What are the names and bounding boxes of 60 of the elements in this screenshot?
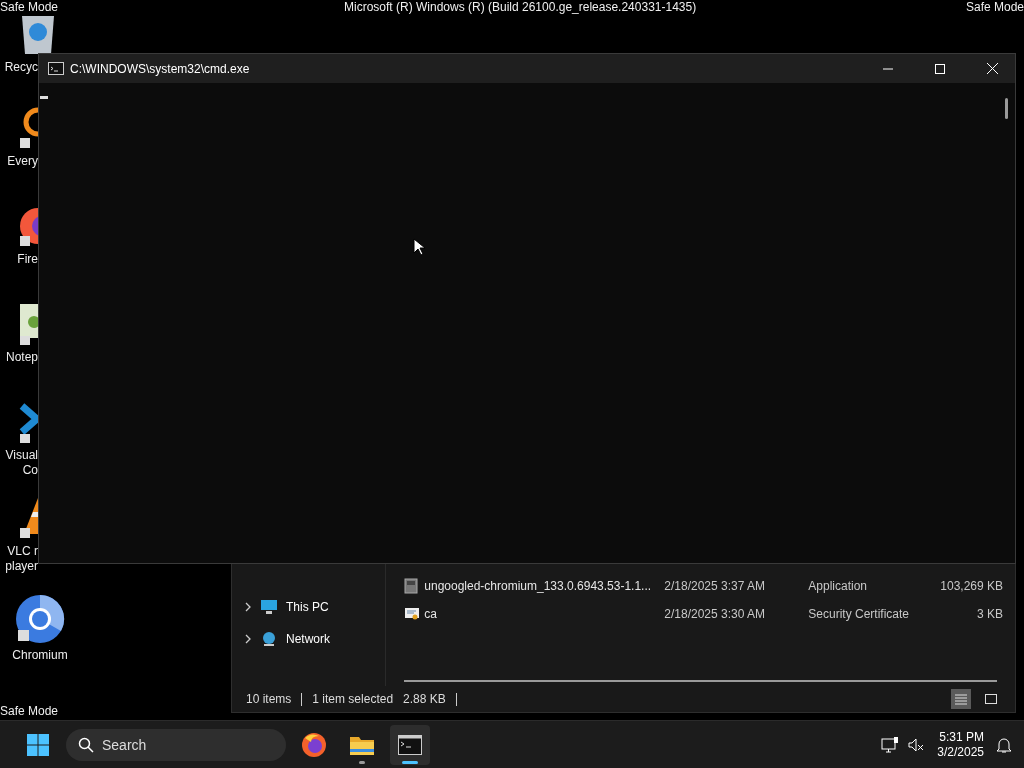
desktop-icon-label[interactable]: Chromium xyxy=(12,648,68,663)
window-title: C:\WINDOWS\system32\cmd.exe xyxy=(70,61,251,76)
search-box[interactable]: Search xyxy=(66,728,286,761)
terminal-icon xyxy=(48,62,64,75)
mouse-pointer-icon xyxy=(413,238,425,256)
chromium-icon xyxy=(15,594,65,644)
selection-info: 1 item selected xyxy=(312,692,394,706)
chevron-icon[interactable] xyxy=(244,602,252,612)
bell-icon[interactable] xyxy=(996,735,1012,754)
nav-item[interactable]: Network xyxy=(232,628,386,650)
file-date: 2/18/2025 3:30 AM xyxy=(664,607,766,621)
desktop-icon-label[interactable]: Every xyxy=(0,154,38,169)
taskbar-app-button[interactable] xyxy=(390,724,430,765)
selection-size: 2.88 KB xyxy=(403,692,446,706)
desktop-caption: Safe Mode xyxy=(0,0,59,14)
list-icon xyxy=(954,693,968,705)
desktop-icon-label[interactable]: Fire xyxy=(0,252,38,267)
close-icon xyxy=(986,63,998,74)
monitor-icon xyxy=(260,599,278,615)
desktop-icon-label[interactable]: player xyxy=(0,559,38,574)
file-date: 2/18/2025 3:37 AM xyxy=(664,579,766,593)
desktop-caption: Microsoft (R) Windows (R) (Build 26100.ge_release.240331-1435) xyxy=(344,0,697,14)
search-icon xyxy=(78,736,94,753)
fox-icon xyxy=(301,731,327,758)
search-field[interactable]: Search xyxy=(102,736,262,753)
horizontal-scrollbar[interactable] xyxy=(404,680,997,682)
file-name[interactable]: ungoogled-chromium_133.0.6943.53-1.1... xyxy=(424,579,652,593)
clock-time[interactable]: 5:31 PM xyxy=(939,729,984,745)
file-type: Application xyxy=(808,579,867,593)
file-size: 3 KB xyxy=(977,607,1003,621)
windows-logo-icon xyxy=(26,732,50,757)
maximize-icon xyxy=(935,63,945,74)
notepad-icon xyxy=(18,302,38,346)
magnifier-icon xyxy=(18,106,38,150)
desktop-icon-label[interactable]: VLC r xyxy=(0,544,38,559)
network-icon[interactable] xyxy=(881,735,900,754)
square-icon xyxy=(984,693,998,705)
desktop-caption: Safe Mode xyxy=(965,0,1024,14)
desktop-caption: Safe Mode xyxy=(0,704,59,718)
application-icon xyxy=(404,578,419,594)
terminal-icon xyxy=(398,734,422,755)
chevron-icon[interactable] xyxy=(244,634,252,644)
nav-label[interactable]: Network xyxy=(286,632,330,646)
nav-label[interactable]: This PC xyxy=(286,600,329,614)
file-size: 103,269 KB xyxy=(940,579,1003,593)
nav-item[interactable]: This PC xyxy=(232,596,386,618)
traffic-cone-icon xyxy=(18,496,38,540)
scrollbar-thumb[interactable] xyxy=(1005,98,1008,119)
desktop-icon-label[interactable]: Visual xyxy=(0,448,38,463)
item-count: 10 items xyxy=(246,692,292,706)
clock-date[interactable]: 3/2/2025 xyxy=(937,744,984,760)
desktop-icon-label[interactable]: Co xyxy=(0,463,38,478)
network-icon xyxy=(260,631,278,647)
desktop-icon-label[interactable]: Recyc xyxy=(0,60,38,75)
file-name[interactable]: ca xyxy=(424,607,437,621)
text-cursor xyxy=(40,96,48,99)
file-type: Security Certificate xyxy=(808,607,909,621)
desktop-icon-label[interactable]: Notep xyxy=(0,350,38,365)
details-view-button[interactable] xyxy=(951,689,971,709)
certificate-icon xyxy=(404,607,421,621)
